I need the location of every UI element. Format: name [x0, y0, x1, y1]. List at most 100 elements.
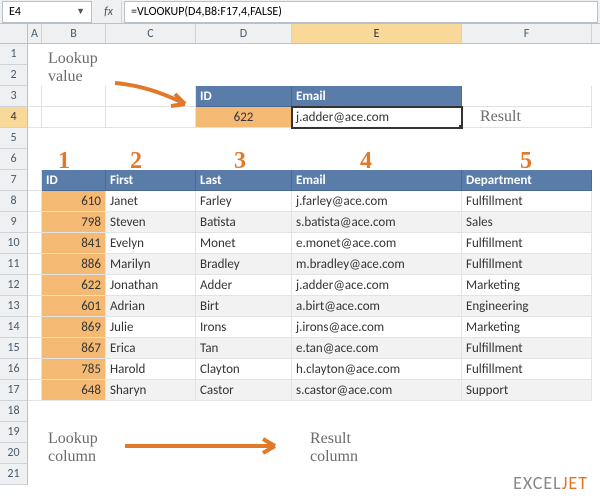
col-header-e[interactable]: E [292, 24, 462, 43]
row-header[interactable]: 15 [0, 338, 28, 359]
table-cell-last[interactable]: Birt [196, 296, 292, 317]
logo: EXCELJET [513, 472, 588, 494]
row-header[interactable]: 3 [0, 86, 28, 107]
table-cell-dept[interactable]: Sales [462, 212, 592, 233]
table-cell-last[interactable]: Farley [196, 191, 292, 212]
table-cell-email[interactable]: j.farley@ace.com [292, 191, 462, 212]
table-cell-first[interactable]: Marilyn [106, 254, 196, 275]
table-cell-id[interactable]: 622 [42, 275, 106, 296]
row-header[interactable]: 8 [0, 191, 28, 212]
row-header[interactable]: 11 [0, 254, 28, 275]
annotation-result: Result [480, 108, 521, 126]
row-header[interactable]: 17 [0, 380, 28, 401]
row-header[interactable]: 1 [0, 44, 28, 65]
lookup-header-email[interactable]: Email [292, 86, 462, 107]
table-cell-first[interactable]: Adrian [106, 296, 196, 317]
table-cell-first[interactable]: Jonathan [106, 275, 196, 296]
row-header[interactable]: 10 [0, 233, 28, 254]
table-cell-first[interactable]: Erica [106, 338, 196, 359]
table-cell-email[interactable]: j.adder@ace.com [292, 275, 462, 296]
name-box[interactable]: E4 ▼ [2, 1, 92, 23]
table-cell-email[interactable]: e.monet@ace.com [292, 233, 462, 254]
annotation-lookup-value: Lookup value [48, 50, 98, 85]
row-header[interactable]: 18 [0, 401, 28, 422]
table-cell-dept[interactable]: Support [462, 380, 592, 401]
row-header[interactable]: 21 [0, 464, 28, 485]
row-header[interactable]: 19 [0, 422, 28, 443]
table-cell-email[interactable]: m.bradley@ace.com [292, 254, 462, 275]
table-header-email[interactable]: Email [292, 170, 462, 191]
table-cell-dept[interactable]: Fulfillment [462, 233, 592, 254]
table-cell-id[interactable]: 841 [42, 233, 106, 254]
table-cell-dept[interactable]: Fulfillment [462, 191, 592, 212]
table-cell-id[interactable]: 886 [42, 254, 106, 275]
table-cell-last[interactable]: Batista [196, 212, 292, 233]
col-header-f[interactable]: F [462, 24, 592, 43]
table-cell-last[interactable]: Irons [196, 317, 292, 338]
lookup-header-id[interactable]: ID [196, 86, 292, 107]
table-cell-dept[interactable]: Fulfillment [462, 254, 592, 275]
table-cell-last[interactable]: Bradley [196, 254, 292, 275]
row-header[interactable]: 14 [0, 317, 28, 338]
table-cell-last[interactable]: Tan [196, 338, 292, 359]
table-cell-dept[interactable]: Marketing [462, 275, 592, 296]
arrow-icon [120, 436, 290, 456]
table-cell-id[interactable]: 601 [42, 296, 106, 317]
formula-bar[interactable]: =VLOOKUP(D4,B8:F17,4,FALSE) [124, 1, 598, 23]
row-header[interactable]: 6 [0, 149, 28, 170]
formula-text: =VLOOKUP(D4,B8:F17,4,FALSE) [131, 5, 282, 19]
table-cell-id[interactable]: 798 [42, 212, 106, 233]
row-header[interactable]: 9 [0, 212, 28, 233]
row-header[interactable]: 4 [0, 107, 28, 128]
table-cell-dept[interactable]: Engineering [462, 296, 592, 317]
table-cell-dept[interactable]: Fulfillment [462, 359, 592, 380]
col-header-c[interactable]: C [106, 24, 196, 43]
table-cell-last[interactable]: Castor [196, 380, 292, 401]
col-header-b[interactable]: B [42, 24, 106, 43]
select-all-corner[interactable] [0, 24, 28, 43]
table-cell-first[interactable]: Steven [106, 212, 196, 233]
row-header[interactable]: 12 [0, 275, 28, 296]
table-cell-email[interactable]: a.birt@ace.com [292, 296, 462, 317]
row-header[interactable]: 13 [0, 296, 28, 317]
table-cell-id[interactable]: 648 [42, 380, 106, 401]
table-cell-last[interactable]: Adder [196, 275, 292, 296]
table-header-first[interactable]: First [106, 170, 196, 191]
table-cell-first[interactable]: Janet [106, 191, 196, 212]
table-header-id[interactable]: ID [42, 170, 106, 191]
row-header[interactable]: 2 [0, 65, 28, 86]
table-cell-dept[interactable]: Fulfillment [462, 338, 592, 359]
chevron-down-icon[interactable]: ▼ [76, 6, 85, 17]
table-cell-dept[interactable]: Marketing [462, 317, 592, 338]
table-cell-id[interactable]: 867 [42, 338, 106, 359]
table-cell-email[interactable]: e.tan@ace.com [292, 338, 462, 359]
col-num-4: 4 [360, 148, 372, 175]
col-header-a[interactable]: A [28, 24, 42, 43]
fx-icon[interactable]: fx [96, 1, 122, 23]
lookup-value-cell[interactable]: 622 [196, 107, 292, 128]
logo-text-b: JET [562, 472, 588, 494]
row-header[interactable]: 16 [0, 359, 28, 380]
table-cell-first[interactable]: Julie [106, 317, 196, 338]
table-cell-first[interactable]: Harold [106, 359, 196, 380]
table-cell-last[interactable]: Monet [196, 233, 292, 254]
annotation-lookup-column: Lookup column [48, 430, 98, 465]
table-cell-last[interactable]: Clayton [196, 359, 292, 380]
row-header[interactable]: 5 [0, 128, 28, 149]
table-cell-id[interactable]: 785 [42, 359, 106, 380]
table-cell-email[interactable]: s.batista@ace.com [292, 212, 462, 233]
arrow-icon [110, 78, 200, 118]
table-cell-first[interactable]: Evelyn [106, 233, 196, 254]
row-header[interactable]: 20 [0, 443, 28, 464]
row-header[interactable]: 7 [0, 170, 28, 191]
col-header-d[interactable]: D [196, 24, 292, 43]
result-cell[interactable]: j.adder@ace.com [292, 107, 462, 128]
logo-text-a: EXCEL [513, 472, 562, 494]
table-cell-first[interactable]: Sharyn [106, 380, 196, 401]
table-cell-email[interactable]: h.clayton@ace.com [292, 359, 462, 380]
table-cell-email[interactable]: j.irons@ace.com [292, 317, 462, 338]
table-cell-id[interactable]: 869 [42, 317, 106, 338]
annotation-result-column: Result column [310, 430, 358, 465]
table-cell-email[interactable]: s.castor@ace.com [292, 380, 462, 401]
table-cell-id[interactable]: 610 [42, 191, 106, 212]
